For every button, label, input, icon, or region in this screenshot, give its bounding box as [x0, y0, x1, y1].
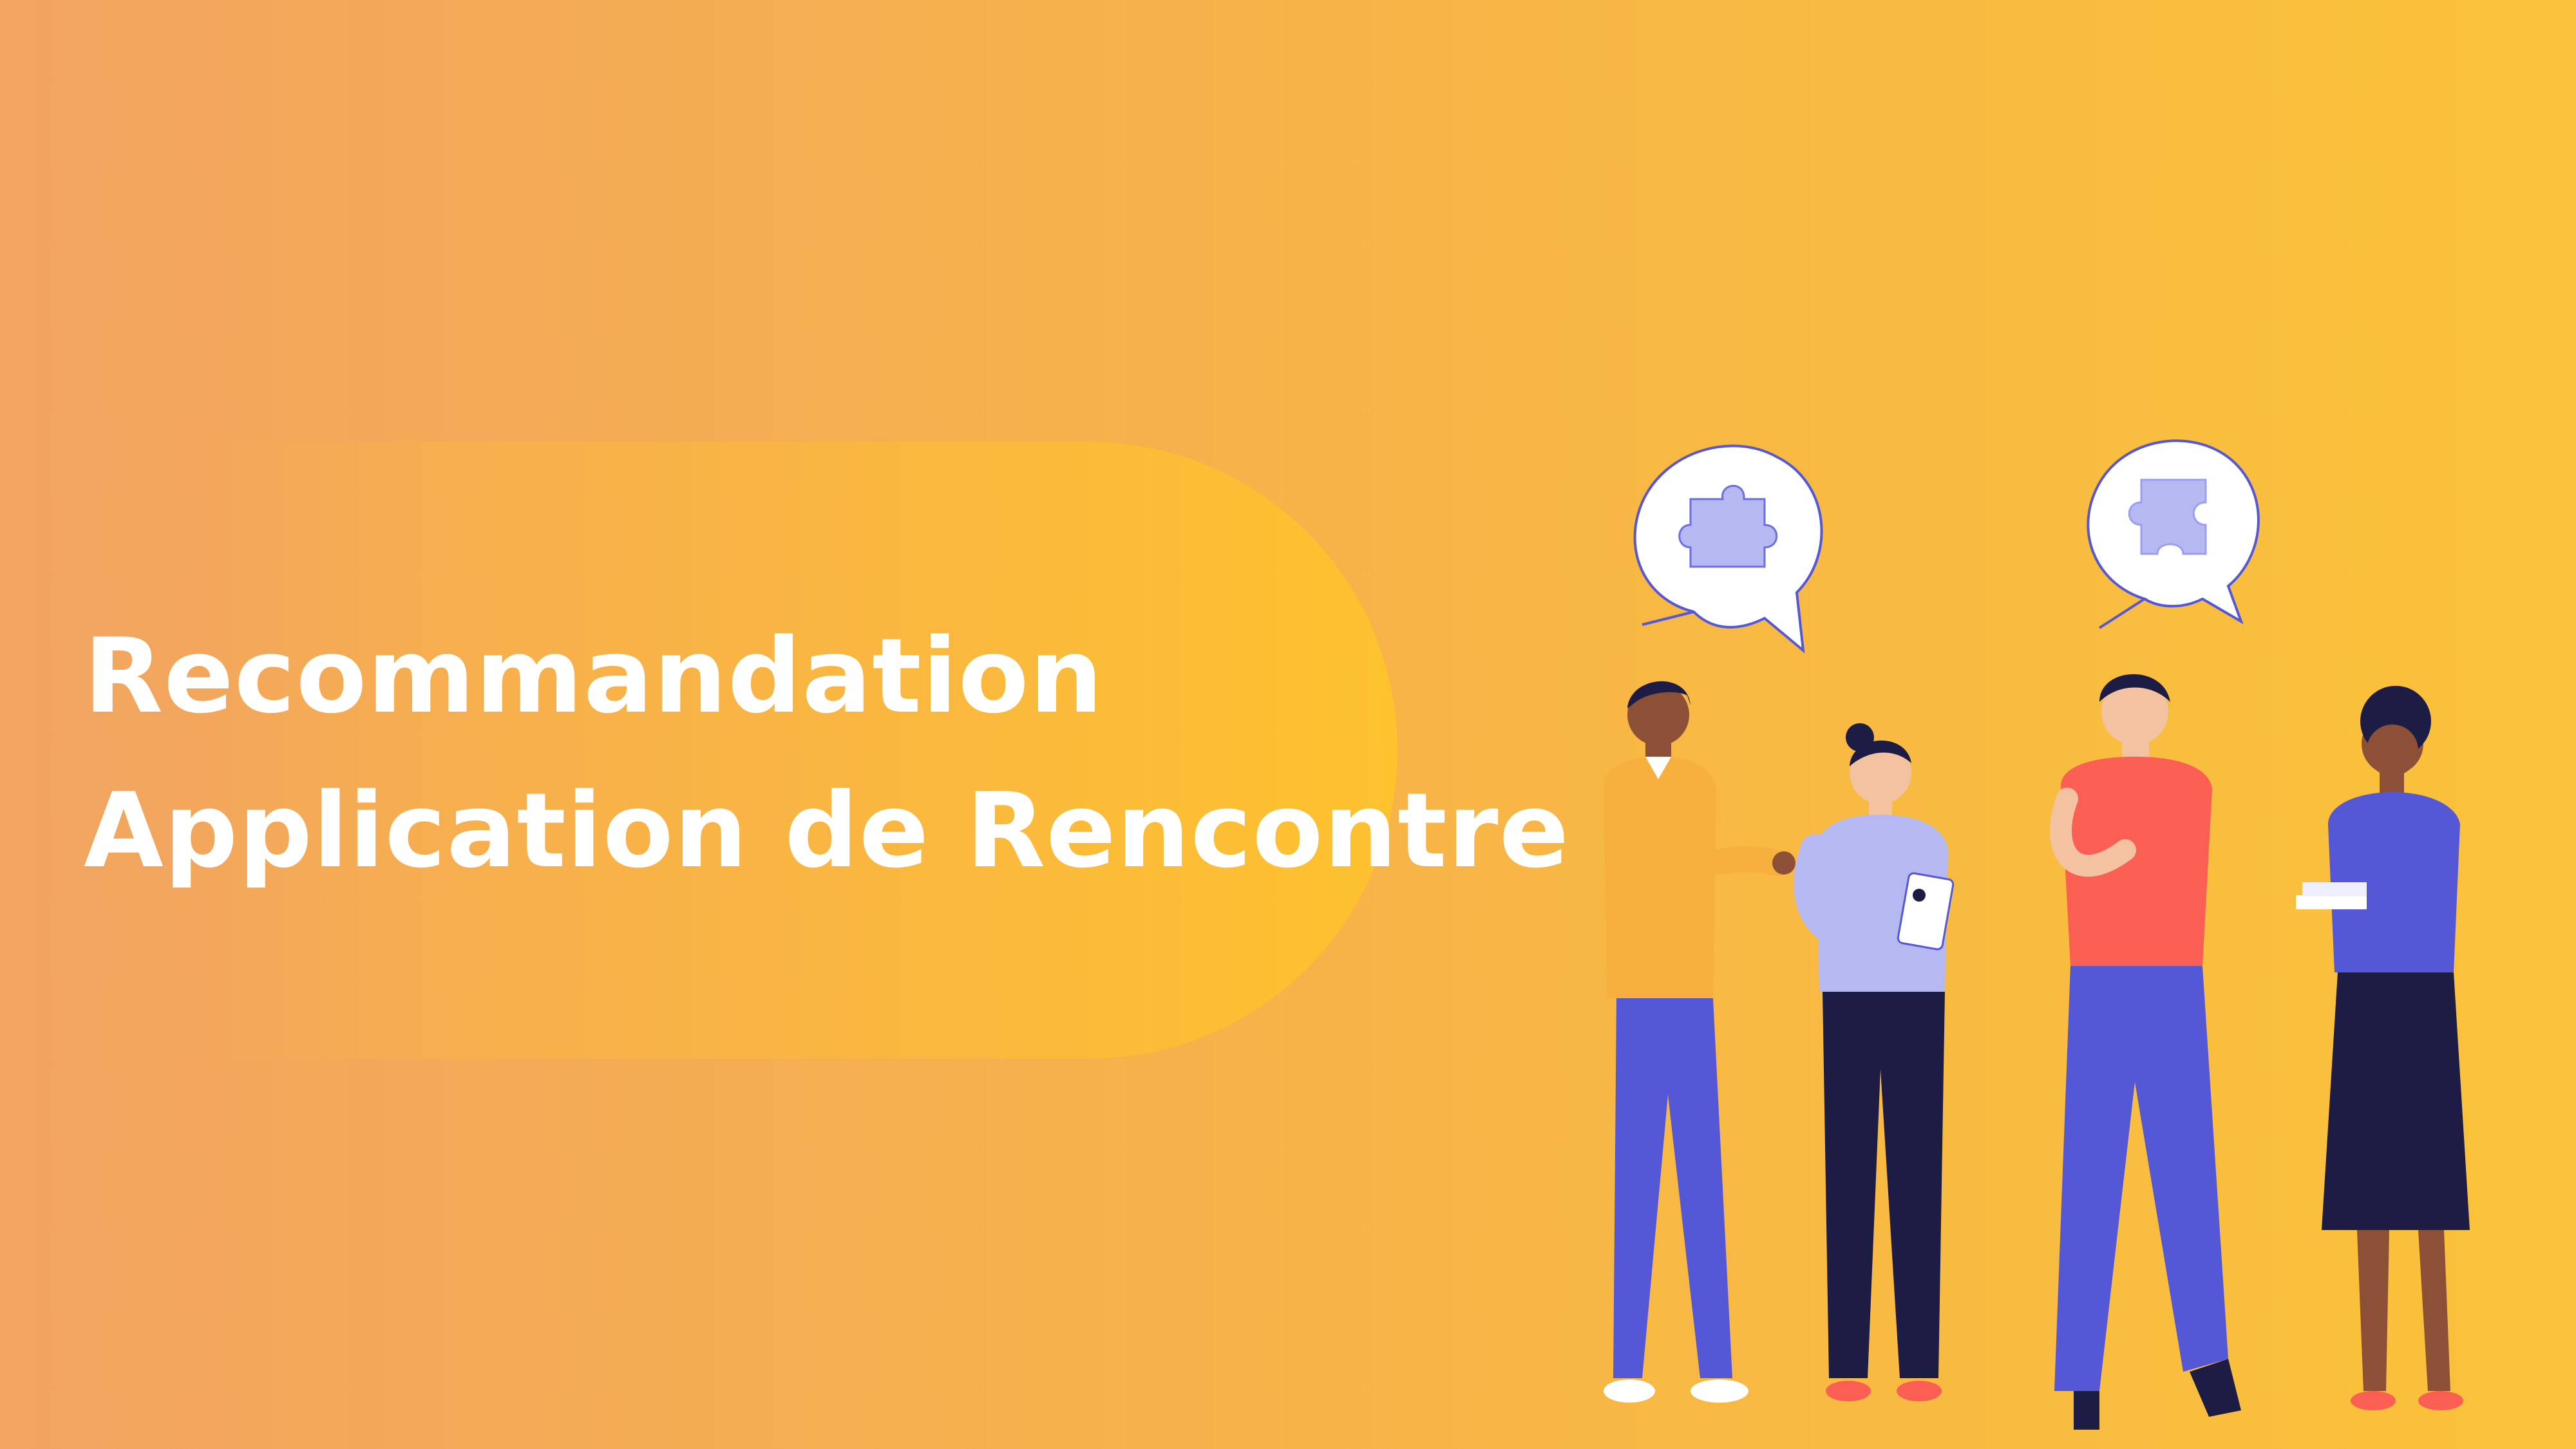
person-3 — [2050, 674, 2241, 1430]
speech-bubble-left — [1633, 444, 1823, 654]
title-line-1: Recommandation — [84, 616, 1104, 736]
title-line-2: Application de Rencontre — [84, 770, 1570, 891]
person-2 — [1794, 723, 1955, 1401]
puzzle-piece-icon — [2128, 478, 2207, 555]
person-4 — [2296, 686, 2470, 1410]
people-discussion-illustration — [1604, 439, 2470, 1430]
speech-bubble-right — [2087, 439, 2260, 629]
person-1 — [1604, 681, 1795, 1403]
page-title: Recommandation Application de Rencontre — [84, 599, 1569, 908]
